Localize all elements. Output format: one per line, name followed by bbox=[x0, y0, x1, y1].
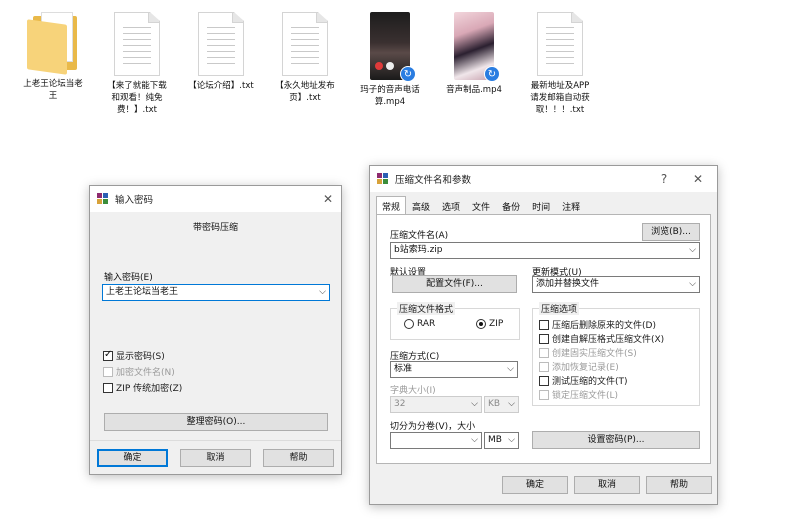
dialog-heading: 带密码压缩 bbox=[192, 223, 238, 233]
sync-icon: ↻ bbox=[400, 66, 416, 82]
tab-general[interactable]: 常规 bbox=[376, 196, 407, 216]
chevron-down-icon[interactable]: ⌵ bbox=[508, 397, 515, 412]
tab-files[interactable]: 文件 bbox=[466, 196, 496, 216]
profiles-button[interactable]: 配置文件(F)... bbox=[392, 275, 517, 293]
dialog-title: 压缩文件名和参数 bbox=[395, 175, 472, 186]
radio-selected[interactable] bbox=[476, 319, 486, 329]
checkbox[interactable] bbox=[539, 361, 549, 372]
chevron-down-icon[interactable]: ⌵ bbox=[471, 397, 478, 412]
chevron-down-icon[interactable]: ⌵ bbox=[508, 433, 515, 448]
checkbox[interactable] bbox=[539, 347, 549, 358]
file-caption: 【论坛介绍】.txt bbox=[188, 81, 254, 91]
create-sfx-checkbox[interactable]: 创建自解压格式压缩文件(X) bbox=[539, 332, 664, 345]
ok-button[interactable]: 确定 bbox=[97, 449, 168, 467]
file-caption: 上老王论坛当老 王 bbox=[23, 79, 83, 101]
checkbox-checked[interactable] bbox=[103, 349, 113, 361]
desktop-file-video-1[interactable]: ↻ 玛子的音声电话 算.mp4 bbox=[350, 12, 430, 108]
desktop-file-txt-3[interactable]: 【永久地址发布 页】.txt bbox=[265, 12, 345, 104]
desktop-file-folder[interactable]: 上老王论坛当老 王 bbox=[13, 12, 93, 102]
file-caption: 【来了就能下载 和观看！纯免 费！】.txt bbox=[107, 81, 167, 115]
cancel-button[interactable]: 取消 bbox=[574, 476, 640, 494]
checkbox[interactable] bbox=[103, 366, 113, 377]
organize-passwords-button[interactable]: 整理密码(O)... bbox=[104, 413, 328, 431]
title-bar: 输入密码 ✕ bbox=[90, 186, 341, 212]
title-bar: 压缩文件名和参数 ? ✕ bbox=[370, 166, 717, 192]
format-zip-radio[interactable]: ZIP bbox=[476, 319, 503, 329]
help-button[interactable]: 帮助 bbox=[263, 449, 334, 467]
winrar-icon bbox=[97, 193, 109, 205]
chevron-down-icon[interactable]: ⌵ bbox=[319, 285, 326, 300]
tab-time[interactable]: 时间 bbox=[526, 196, 556, 216]
desktop-file-txt-1[interactable]: 【来了就能下载 和观看！纯免 费！】.txt bbox=[97, 12, 177, 116]
cancel-button[interactable]: 取消 bbox=[180, 449, 251, 467]
help-button[interactable]: 帮助 bbox=[646, 476, 712, 494]
dictionary-size-label: 字典大小(I) bbox=[390, 386, 436, 396]
recovery-record-checkbox[interactable]: 添加恢复记录(E) bbox=[539, 360, 619, 373]
tab-panel-general: 压缩文件名(A) 浏览(B)... b站索玛.zip ⌵ 默认设置 配置文件(F… bbox=[376, 214, 711, 464]
checkbox[interactable] bbox=[539, 319, 549, 330]
password-label: 输入密码(E) bbox=[104, 273, 153, 283]
file-caption: 音声制品.mp4 bbox=[446, 85, 502, 95]
browse-button[interactable]: 浏览(B)... bbox=[642, 223, 700, 241]
checkbox[interactable] bbox=[539, 389, 549, 400]
text-file-icon bbox=[198, 12, 244, 76]
text-file-icon bbox=[114, 12, 160, 76]
archive-options-group: 压缩选项 压缩后删除原来的文件(D) 创建自解压格式压缩文件(X) 创建固实压缩… bbox=[532, 302, 700, 406]
archive-options-label: 压缩选项 bbox=[539, 302, 580, 315]
archive-name-label: 压缩文件名(A) bbox=[390, 231, 449, 241]
archive-name-input[interactable]: b站索玛.zip ⌵ bbox=[390, 242, 700, 259]
archive-dialog: 压缩文件名和参数 ? ✕ 常规 高级 选项 文件 备份 时间 注释 压缩文件名(… bbox=[369, 165, 718, 505]
tab-comment[interactable]: 注释 bbox=[556, 196, 586, 216]
tab-advanced[interactable]: 高级 bbox=[406, 196, 436, 216]
chevron-down-icon[interactable]: ⌵ bbox=[689, 277, 696, 292]
split-volume-input[interactable]: ⌵ bbox=[390, 432, 482, 449]
tab-options[interactable]: 选项 bbox=[436, 196, 466, 216]
chevron-down-icon[interactable]: ⌵ bbox=[689, 243, 696, 258]
checkbox[interactable] bbox=[539, 375, 549, 386]
dialog-footer: 确定 取消 帮助 bbox=[90, 440, 341, 474]
dictionary-size-select[interactable]: 32 ⌵ bbox=[390, 396, 482, 413]
help-icon[interactable]: ? bbox=[655, 170, 673, 188]
tab-backup[interactable]: 备份 bbox=[496, 196, 526, 216]
chevron-down-icon[interactable]: ⌵ bbox=[471, 433, 478, 448]
checkbox[interactable] bbox=[103, 382, 113, 393]
encrypt-filenames-checkbox[interactable]: 加密文件名(N) bbox=[103, 365, 175, 378]
file-caption: 最新地址及APP 请发邮箱自动获 取！！！.txt bbox=[530, 81, 590, 115]
format-rar-radio[interactable]: RAR bbox=[404, 319, 435, 329]
folder-icon bbox=[25, 12, 81, 75]
delete-after-checkbox[interactable]: 压缩后删除原来的文件(D) bbox=[539, 318, 656, 331]
test-files-checkbox[interactable]: 测试压缩的文件(T) bbox=[539, 374, 628, 387]
winrar-icon bbox=[377, 173, 389, 185]
text-file-icon bbox=[282, 12, 328, 76]
desktop-file-txt-4[interactable]: 最新地址及APP 请发邮箱自动获 取！！！.txt bbox=[520, 12, 600, 116]
checkbox[interactable] bbox=[539, 333, 549, 344]
split-unit-select[interactable]: MB ⌵ bbox=[484, 432, 519, 449]
create-solid-checkbox[interactable]: 创建固实压缩文件(S) bbox=[539, 346, 637, 359]
file-caption: 【永久地址发布 页】.txt bbox=[275, 81, 335, 103]
password-dialog: 输入密码 ✕ 带密码压缩 输入密码(E) 上老王论坛当老王 ⌵ 显示密码(S) … bbox=[89, 185, 342, 475]
text-file-icon bbox=[537, 12, 583, 76]
zip-legacy-checkbox[interactable]: ZIP 传统加密(Z) bbox=[103, 381, 182, 394]
set-password-button[interactable]: 设置密码(P)... bbox=[532, 431, 700, 449]
file-caption: 玛子的音声电话 算.mp4 bbox=[360, 85, 420, 107]
close-icon[interactable]: ✕ bbox=[319, 190, 337, 208]
compression-method-select[interactable]: 标准 ⌵ bbox=[390, 361, 518, 378]
tab-strip: 常规 高级 选项 文件 备份 时间 注释 bbox=[376, 196, 586, 216]
split-volume-label: 切分为分卷(V)，大小 bbox=[390, 422, 476, 432]
close-icon[interactable]: ✕ bbox=[689, 170, 707, 188]
radio[interactable] bbox=[404, 319, 414, 329]
sync-icon: ↻ bbox=[484, 66, 500, 82]
dialog-title: 输入密码 bbox=[115, 195, 154, 206]
desktop-file-video-2[interactable]: ↻ 音声制品.mp4 bbox=[434, 12, 514, 96]
ok-button[interactable]: 确定 bbox=[502, 476, 568, 494]
archive-format-label: 压缩文件格式 bbox=[397, 302, 456, 315]
desktop-file-txt-2[interactable]: 【论坛介绍】.txt bbox=[181, 12, 261, 92]
lock-archive-checkbox[interactable]: 锁定压缩文件(L) bbox=[539, 388, 618, 401]
archive-format-group: 压缩文件格式 RAR ZIP bbox=[390, 302, 520, 340]
dictionary-unit-select[interactable]: KB ⌵ bbox=[484, 396, 519, 413]
show-password-checkbox[interactable]: 显示密码(S) bbox=[103, 349, 165, 362]
update-mode-select[interactable]: 添加并替换文件 ⌵ bbox=[532, 276, 700, 293]
chevron-down-icon[interactable]: ⌵ bbox=[507, 362, 514, 377]
password-input[interactable]: 上老王论坛当老王 ⌵ bbox=[102, 284, 330, 301]
